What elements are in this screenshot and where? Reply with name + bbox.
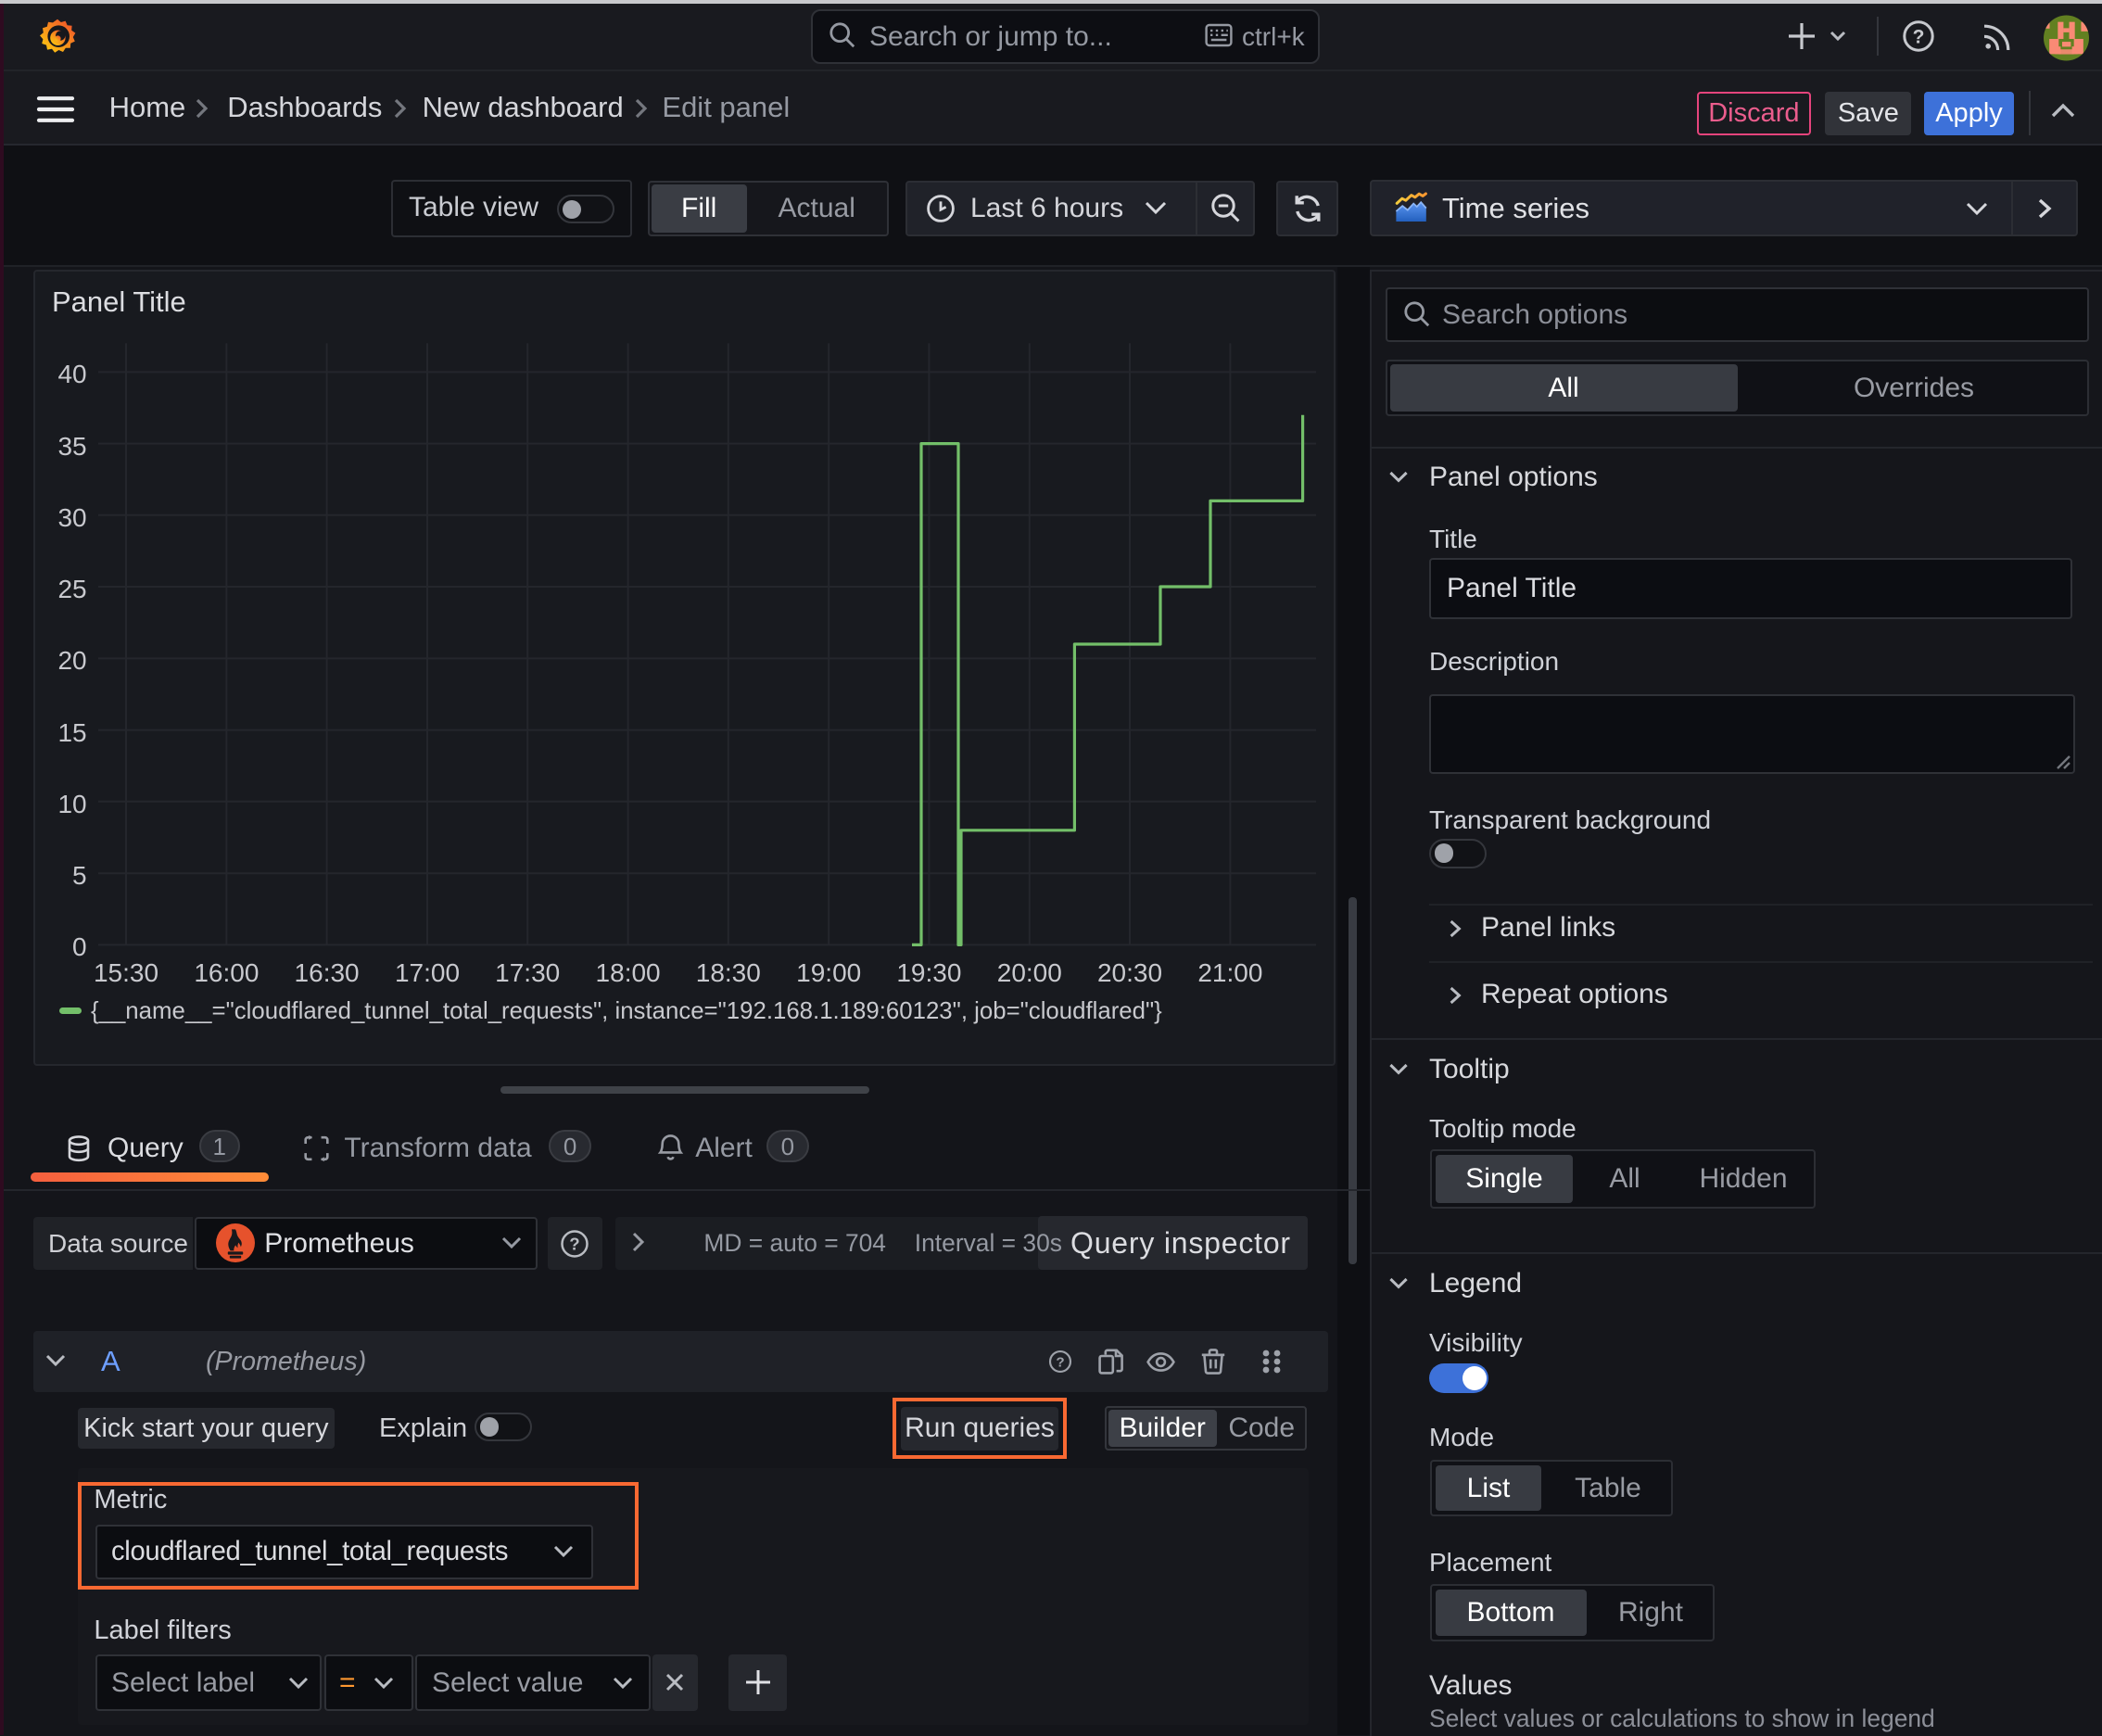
svg-text:?: ? — [1913, 26, 1925, 47]
svg-text:?: ? — [1057, 1354, 1065, 1370]
svg-text:?: ? — [569, 1235, 579, 1254]
